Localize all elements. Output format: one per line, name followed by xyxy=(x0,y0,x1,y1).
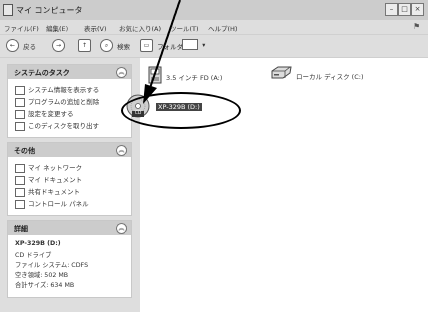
task-pane: システムのタスク ︽ システム情報を表示する プログラムの追加と削除 設定を変更… xyxy=(0,58,140,312)
task-label: 設定を変更する xyxy=(28,110,74,118)
details-panel: 詳細 ︽ XP-329B (D:) CD ドライブ ファイル システム: CDF… xyxy=(7,220,132,298)
title-bar: マイ コンピュータ – □ × xyxy=(0,0,428,20)
system-tasks-panel: システムのタスク ︽ システム情報を表示する プログラムの追加と削除 設定を変更… xyxy=(7,64,132,138)
folder-icon xyxy=(15,187,25,197)
place-label: マイ ドキュメント xyxy=(28,176,83,184)
back-arrow-icon: ← xyxy=(6,39,19,52)
forward-button[interactable]: → xyxy=(52,39,65,53)
details-filesystem: ファイル システム: CDFS xyxy=(15,262,89,269)
place-label: 共有ドキュメント xyxy=(28,188,80,196)
control-panel-icon xyxy=(15,199,25,209)
menu-file[interactable]: ファイル(F) xyxy=(4,23,39,33)
collapse-chevron-icon[interactable]: ︽ xyxy=(116,145,127,156)
menu-view[interactable]: 表示(V) xyxy=(84,23,107,33)
menu-bar: ファイル(F) 編集(E) 表示(V) お気に入り(A) ツール(T) ヘルプ(… xyxy=(0,20,428,35)
place-label: コントロール パネル xyxy=(28,200,89,208)
highlight-ellipse xyxy=(121,92,241,129)
place-shared-documents[interactable]: 共有ドキュメント xyxy=(15,186,80,197)
details-drive-name: XP-329B (D:) xyxy=(15,240,61,247)
place-my-documents[interactable]: マイ ドキュメント xyxy=(15,174,82,185)
my-computer-window: マイ コンピュータ – □ × ファイル(F) 編集(E) 表示(V) お気に入… xyxy=(0,0,428,312)
maximize-button[interactable]: □ xyxy=(398,3,411,16)
menu-help[interactable]: ヘルプ(H) xyxy=(208,23,237,33)
task-view-system-info[interactable]: システム情報を表示する xyxy=(15,84,99,95)
details-total-size: 合計サイズ: 634 MB xyxy=(15,282,75,289)
views-icon xyxy=(182,39,198,50)
task-change-setting[interactable]: 設定を変更する xyxy=(15,108,74,119)
task-eject-disk[interactable]: このディスクを取り出す xyxy=(15,120,99,131)
task-label: このディスクを取り出す xyxy=(28,122,100,130)
back-label: 戻る xyxy=(23,42,37,51)
task-label: システム情報を表示する xyxy=(28,86,100,94)
folder-icon xyxy=(15,175,25,185)
floppy-drive-icon xyxy=(148,66,162,84)
search-label: 検索 xyxy=(117,42,131,51)
search-icon: ⌕ xyxy=(100,39,113,52)
menu-edit[interactable]: 編集(E) xyxy=(46,23,68,33)
details-title: 詳細 xyxy=(14,225,28,233)
hard-disk-icon xyxy=(271,66,292,79)
place-label: マイ ネットワーク xyxy=(28,164,83,172)
place-control-panel[interactable]: コントロール パネル xyxy=(15,198,89,209)
system-tasks-header[interactable]: システムのタスク ︽ xyxy=(8,65,131,79)
window-title: マイ コンピュータ xyxy=(16,6,83,15)
computer-icon xyxy=(3,4,13,16)
drive-floppy-label: 3.5 インチ FD (A:) xyxy=(166,74,223,82)
programs-icon xyxy=(15,97,25,107)
task-label: プログラムの追加と削除 xyxy=(28,98,100,106)
details-header[interactable]: 詳細 ︽ xyxy=(8,221,131,235)
folders-label: フォルダ xyxy=(157,42,184,51)
folders-icon: ▭ xyxy=(140,39,153,52)
views-dropdown-icon: ▾ xyxy=(202,40,206,49)
windows-flag-icon: ⚑ xyxy=(413,22,421,31)
other-places-title: その他 xyxy=(14,147,35,155)
details-free-space: 空き領域: 502 MB xyxy=(15,272,69,279)
task-add-remove-programs[interactable]: プログラムの追加と削除 xyxy=(15,96,99,107)
control-panel-icon xyxy=(15,109,25,119)
place-my-network[interactable]: マイ ネットワーク xyxy=(15,162,82,173)
toolbar: ← 戻る → ↑ ⌕ 検索 ▭ フォルダ ▾ xyxy=(0,35,428,58)
collapse-chevron-icon[interactable]: ︽ xyxy=(116,67,127,78)
close-button[interactable]: × xyxy=(411,3,424,16)
drive-local-c[interactable]: ローカル ディスク (C:) xyxy=(270,66,400,86)
system-info-icon xyxy=(15,85,25,95)
other-places-header[interactable]: その他 ︽ xyxy=(8,143,131,157)
collapse-chevron-icon[interactable]: ︽ xyxy=(116,223,127,234)
menu-favorites[interactable]: お気に入り(A) xyxy=(119,23,161,33)
other-places-panel: その他 ︽ マイ ネットワーク マイ ドキュメント 共有ドキュメント コントロー… xyxy=(7,142,132,216)
back-button[interactable]: ← 戻る xyxy=(6,39,36,53)
folders-button[interactable]: ▭ フォルダ xyxy=(140,39,183,53)
drive-local-label: ローカル ディスク (C:) xyxy=(296,73,364,81)
minimize-button[interactable]: – xyxy=(385,3,398,16)
views-button[interactable]: ▾ xyxy=(182,39,205,53)
up-folder-button[interactable]: ↑ xyxy=(78,39,91,53)
menu-tools[interactable]: ツール(T) xyxy=(170,23,199,33)
up-folder-icon: ↑ xyxy=(78,39,91,52)
eject-icon xyxy=(15,121,25,131)
drive-floppy-a[interactable]: 3.5 インチ FD (A:) xyxy=(148,66,248,86)
network-icon xyxy=(15,163,25,173)
forward-arrow-icon: → xyxy=(52,39,65,52)
system-tasks-title: システムのタスク xyxy=(14,69,70,77)
search-button[interactable]: ⌕ 検索 xyxy=(100,39,130,53)
details-drive-type: CD ドライブ xyxy=(15,252,52,259)
